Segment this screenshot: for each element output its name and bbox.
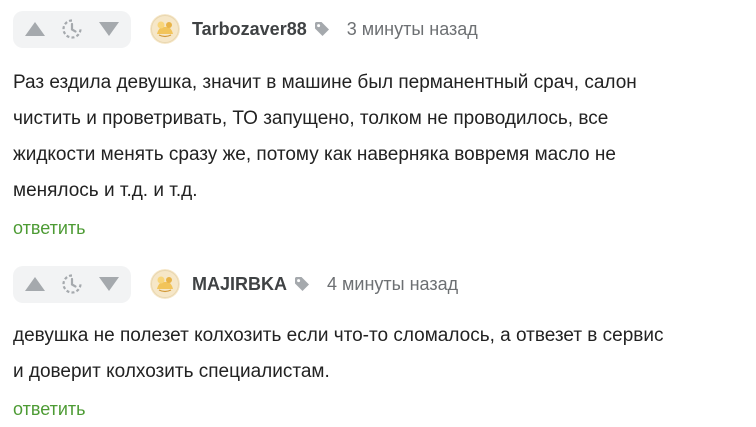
downvote-button[interactable] [94,14,124,44]
timestamp[interactable]: 4 минуты назад [327,274,458,295]
vote-controls [13,265,131,303]
clock-icon [62,19,82,39]
comment-line: Раз ездила девушка, значит в машине был … [13,72,637,93]
tag-icon[interactable] [314,21,330,37]
avatar[interactable] [150,269,180,299]
comment-line: девушка не полезет колхозить если что-то… [13,325,664,346]
comment-line: менялось и т.д. и т.д. [13,180,198,201]
comment-line: и доверит колхозить специалистам. [13,361,330,382]
downvote-button[interactable] [94,269,124,299]
avatar-image [150,14,180,44]
comment: MAJIRBKA 4 минуты назад девушка не полез… [13,265,748,420]
reply-link[interactable]: ответить [13,399,86,420]
comment-line: чистить и проветривать, ТО запущено, тол… [13,108,609,129]
arrow-up-icon [25,277,45,291]
clock-icon [62,274,82,294]
comment-line: жидкости менять сразу же, потому как нав… [13,144,616,165]
reply-link[interactable]: ответить [13,218,86,239]
vote-controls [13,10,131,48]
tag-icon[interactable] [294,276,310,292]
comment-text: девушка не полезет колхозить если что-то… [13,318,748,390]
comment-header: MAJIRBKA 4 минуты назад [13,265,748,303]
comment-header: Tarbozaver88 3 минуты назад [13,10,748,48]
username[interactable]: MAJIRBKA [192,274,287,295]
upvote-button[interactable] [20,14,50,44]
username[interactable]: Tarbozaver88 [192,19,307,40]
comment: Tarbozaver88 3 минуты назад Раз ездила д… [13,10,748,239]
arrow-down-icon [99,22,119,36]
avatar[interactable] [150,14,180,44]
save-later-button[interactable] [57,14,87,44]
comment-text: Раз ездила девушка, значит в машине был … [13,65,748,209]
timestamp[interactable]: 3 минуты назад [347,19,478,40]
upvote-button[interactable] [20,269,50,299]
avatar-image [150,269,180,299]
arrow-up-icon [25,22,45,36]
save-later-button[interactable] [57,269,87,299]
arrow-down-icon [99,277,119,291]
